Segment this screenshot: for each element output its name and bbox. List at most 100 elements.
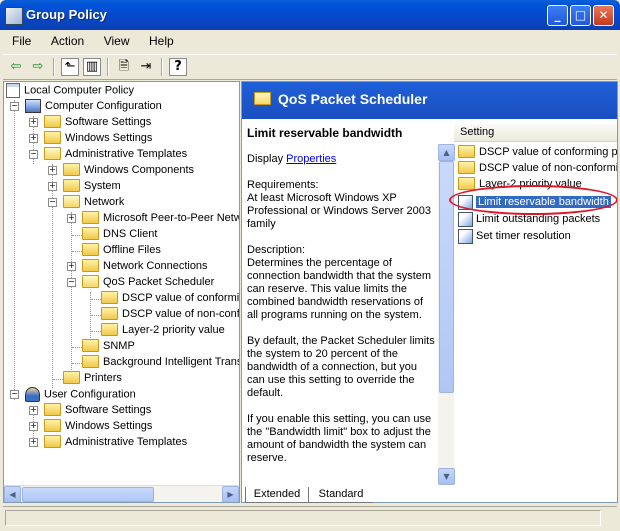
red-highlight-ellipse [449,185,617,215]
folder-icon [44,418,61,432]
tree-node-user-windows-settings[interactable]: Windows Settings [44,418,152,434]
menu-action[interactable]: Action [43,32,92,50]
menu-view[interactable]: View [96,32,138,50]
properties-link[interactable]: Properties [286,153,336,165]
tree-node-user-administrative-templates[interactable]: Administrative Templates [44,434,187,450]
tree-node-network[interactable]: Network [63,194,124,210]
extended-description: Limit reservable bandwidth Display Prope… [247,127,437,478]
expand-icon[interactable]: + [48,182,57,191]
collapse-icon[interactable]: − [10,390,19,399]
expand-icon[interactable]: + [29,422,38,431]
list-item[interactable]: Set timer resolution [458,228,571,244]
list-item[interactable]: DSCP value of conforming pa [458,144,617,160]
maximize-button[interactable]: □ [570,5,591,26]
user-icon [25,387,40,402]
folder-icon [82,210,99,224]
folder-icon [82,258,99,272]
scroll-up-icon[interactable]: ▲ [438,144,455,161]
computer-icon [25,99,41,114]
expand-icon[interactable]: + [67,214,76,223]
folder-icon [44,130,61,144]
collapse-icon[interactable]: − [29,150,38,159]
tree-node-dscp-non-conforming[interactable]: DSCP value of non-conf [101,306,239,322]
tree-node-windows-components[interactable]: Windows Components [63,162,194,178]
tree-node-user-software-settings[interactable]: Software Settings [44,402,151,418]
expand-icon[interactable]: + [29,438,38,447]
list-item[interactable]: DSCP value of non-conformin [458,160,617,176]
tree-node-network-connections[interactable]: Network Connections [82,258,208,274]
display-properties: Display Properties [247,153,337,165]
menu-help[interactable]: Help [141,32,182,50]
tree-node-background-intelligent-transfer[interactable]: Background Intelligent Trans [82,354,239,370]
collapse-icon[interactable]: − [67,278,76,287]
folder-icon [44,114,61,128]
scroll-down-icon[interactable]: ▼ [438,468,455,485]
tree-node-dns-client[interactable]: DNS Client [82,226,157,242]
folder-icon [101,306,118,320]
menu-file[interactable]: File [4,32,39,50]
show-hide-tree-icon[interactable]: ▥ [83,58,101,76]
tree-node-computer-configuration[interactable]: Computer Configuration [25,99,162,114]
tree-horizontal-scrollbar[interactable]: ◀ ▶ [4,485,239,502]
close-button[interactable]: ✕ [593,5,614,26]
tree-node-system[interactable]: System [63,178,121,194]
tree-node-administrative-templates[interactable]: Administrative Templates [44,146,187,162]
expand-icon[interactable]: + [29,406,38,415]
scroll-right-icon[interactable]: ▶ [222,486,239,502]
tree-node-printers[interactable]: Printers [63,370,122,386]
window-title: Group Policy [26,7,107,22]
open-folder-icon [44,146,61,160]
tree-node-dscp-conforming[interactable]: DSCP value of conformin [101,290,239,306]
folder-icon [458,160,475,174]
scroll-left-icon[interactable]: ◀ [4,486,21,502]
tree-node-software-settings[interactable]: Software Settings [44,114,151,130]
tree-node-local-computer-policy[interactable]: Local Computer Policy [6,83,134,98]
properties-icon[interactable]: 🗎 [115,58,133,76]
open-folder-icon [254,92,271,105]
console-tree[interactable]: Local Computer Policy − Computer Configu… [3,81,240,503]
collapse-icon[interactable]: − [10,102,19,111]
tree-node-layer2-priority[interactable]: Layer-2 priority value [101,322,225,338]
tab-extended[interactable]: Extended [245,487,309,503]
export-list-icon[interactable]: ⇥ [137,58,155,76]
default-text: By default, the Packet Scheduler limits … [247,335,435,399]
forward-arrow-icon[interactable]: ⇨ [29,58,47,76]
tree-node-qos-packet-scheduler[interactable]: QoS Packet Scheduler [82,274,214,290]
policy-document-icon [6,83,20,98]
tree-node-windows-settings[interactable]: Windows Settings [44,130,152,146]
folder-icon [82,338,99,352]
folder-icon [63,178,80,192]
expand-icon[interactable]: + [29,134,38,143]
tree-node-snmp[interactable]: SNMP [82,338,135,354]
details-header-title: QoS Packet Scheduler [278,91,428,107]
setting-column-header[interactable]: Setting [454,124,617,142]
folder-icon [82,354,99,368]
folder-icon [82,242,99,256]
menu-bar: File Action View Help [4,32,182,52]
tree-node-offline-files[interactable]: Offline Files [82,242,161,258]
folder-icon [458,144,475,158]
tree-node-user-configuration[interactable]: User Configuration [25,387,136,402]
back-arrow-icon[interactable]: ⇦ [7,58,25,76]
open-folder-icon [63,194,80,208]
folder-icon [458,176,475,190]
up-one-level-icon[interactable]: ⬑ [61,58,79,76]
details-pane: QoS Packet Scheduler Limit reservable ba… [241,81,618,503]
group-policy-app-icon [5,7,23,25]
collapse-icon[interactable]: − [48,198,57,207]
help-icon[interactable]: ? [169,58,187,76]
expand-icon[interactable]: + [29,118,38,127]
expand-icon[interactable]: + [48,166,57,175]
minimize-button[interactable]: _ [547,5,568,26]
folder-icon [101,290,118,304]
tab-standard[interactable]: Standard [309,487,373,503]
open-folder-icon [82,274,99,288]
folder-icon [63,370,80,384]
folder-icon [101,322,118,336]
tree-node-peer-to-peer[interactable]: Microsoft Peer-to-Peer Netw [82,210,239,226]
expand-icon[interactable]: + [67,262,76,271]
scrollbar-thumb[interactable] [22,487,154,502]
enable-text: If you enable this setting, you can use … [247,413,432,464]
setting-title: Limit reservable bandwidth [247,126,403,140]
status-panel [5,510,601,526]
